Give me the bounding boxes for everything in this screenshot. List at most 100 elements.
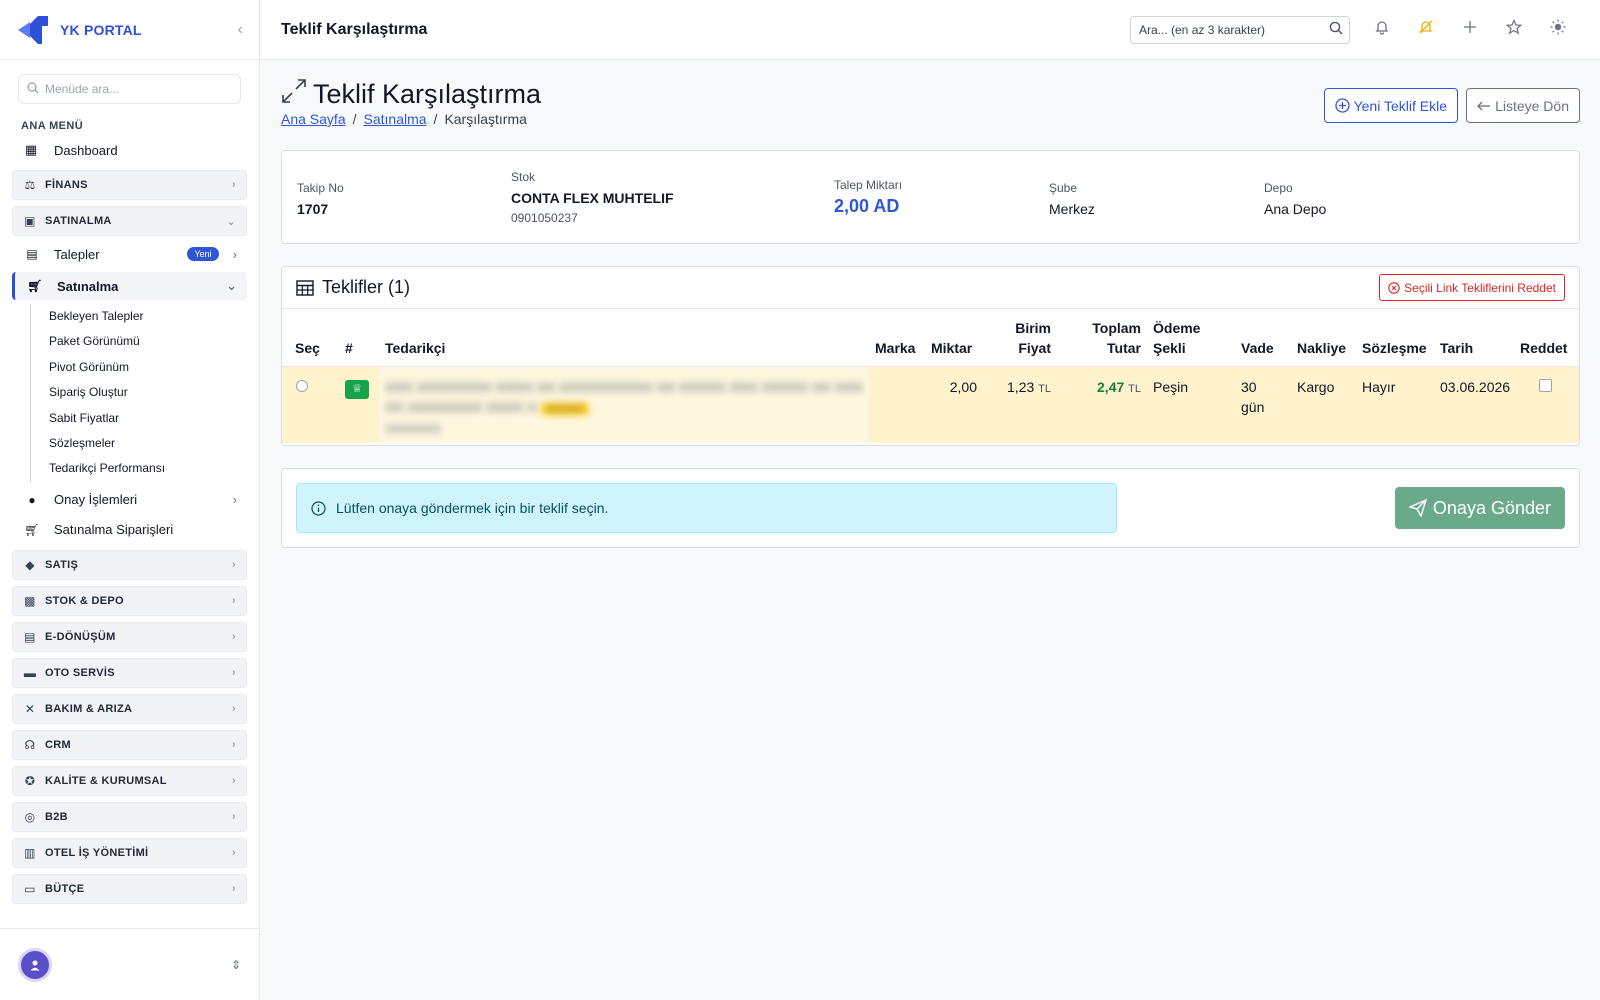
stok-name: CONTA FLEX MUHTELIF [511,190,674,206]
submenu-item[interactable]: Paket Görünümü [31,329,259,354]
sube-value: Merkez [1049,201,1095,217]
sun-icon[interactable] [1536,19,1580,40]
info-sube: Şube Merkez [1049,181,1095,217]
sidebar-item-onay[interactable]: ● Onay İşlemleri › [12,486,247,514]
chevron-right-icon: › [232,179,236,191]
submenu-item[interactable]: Sözleşmeler [31,431,259,456]
chevron-right-icon: › [232,630,236,643]
info-depo: Depo Ana Depo [1264,181,1327,217]
submenu-item[interactable]: Sabit Fiyatlar [31,406,259,431]
search-icon[interactable] [1329,21,1343,38]
bell-icon[interactable] [1360,19,1404,40]
group-stok-depo[interactable]: ▩ STOK & DEPO › [12,585,247,616]
group-kalite[interactable]: ✪ KALİTE & KURUMSAL › [12,765,247,796]
global-search-input[interactable] [1139,22,1329,37]
logo-icon [16,14,50,46]
tag-icon: ◆ [25,557,35,572]
col-marka: Marka [869,309,925,367]
chevron-right-icon: › [232,492,237,508]
col-toplam-tutar: Toplam Tutar [1057,309,1147,367]
new-badge: Yeni [187,247,219,261]
cell-supplier: XXX XXXXXXXX XXXX XX XXXXXXXXXX XX XXXXX… [379,366,869,443]
chevron-right-icon: › [232,774,236,787]
cell-birim-fiyat: 1,23 TL [983,366,1057,443]
cell-rank: ♕ [339,366,379,443]
col-odeme-sekli: Ödeme Şekli [1147,309,1235,367]
file-icon: ▤ [26,247,38,261]
info-talep: Talep Miktarı 2,00 AD [834,178,903,216]
back-to-list-button[interactable]: Listeye Dön [1466,88,1580,123]
satinalma-submenu: Bekleyen Talepler Paket Görünümü Pivot G… [30,304,259,482]
submenu-item[interactable]: Tedarikçi Performansı [31,456,259,481]
bag-icon: ▣ [24,214,36,228]
avatar[interactable] [18,947,52,982]
submenu-item[interactable]: Sipariş Oluştur [31,380,259,405]
bell-off-icon[interactable] [1404,19,1448,40]
group-bakim-ariza[interactable]: ✕ BAKIM & ARIZA › [12,693,247,724]
page-title: Teklif Karşılaştırma [281,78,541,110]
check-circle-icon: ● [28,492,36,507]
reject-checkbox[interactable] [1539,378,1552,392]
new-offer-button[interactable]: Yeni Teklif Ekle [1323,88,1458,123]
collapse-sidebar-icon[interactable]: ‹ [238,21,243,39]
cell-vade: 30 gün [1235,366,1291,443]
x-circle-icon [1388,281,1400,294]
expand-icon[interactable] [281,78,307,110]
cell-sozlesme: Hayır [1356,366,1434,443]
col-sozlesme: Sözleşme [1356,309,1434,367]
plus-icon[interactable] [1448,20,1492,39]
nav-dashboard[interactable]: ▦ Dashboard [12,136,247,164]
group-finans[interactable]: ⚖ FİNANS › [12,170,247,200]
chevron-right-icon: › [232,738,236,751]
offers-header: Teklifler (1) Seçili Link Tekliflerini R… [282,267,1579,309]
offers-card: Teklifler (1) Seçili Link Tekliflerini R… [281,266,1580,446]
group-b2b[interactable]: ◎ B2B › [12,801,247,832]
menu-search-input[interactable] [45,82,225,96]
logo-row: YK PORTAL ‹ [0,0,259,60]
topbar: Teklif Karşılaştırma [261,0,1600,60]
col-tarih: Tarih [1434,309,1514,367]
group-otel[interactable]: ▥ OTEL İŞ YÖNETİMİ › [12,837,247,868]
info-takip: Takip No 1707 [297,181,344,217]
user-menu[interactable]: ⇕ [0,928,259,1000]
section-label-main-menu: ANA MENÜ [21,120,84,132]
chevron-updown-icon[interactable]: ⇕ [231,958,241,972]
globe-icon: ◎ [24,809,36,824]
more-groups: ◆ SATIŞ › ▩ STOK & DEPO › ▤ E-DÖNÜŞÜM › ▬ OTO S… [0,549,259,904]
send-for-approval-button[interactable]: Onaya Gönder [1394,487,1565,529]
group-satis[interactable]: ◆ SATIŞ › [12,549,247,580]
table-header-row: Seç # Tedarikçi Marka Miktar Birim Fiyat … [282,309,1579,367]
submenu-item[interactable]: Bekleyen Talepler [31,304,259,329]
sidebar-item-satinalma[interactable]: 🛒︎ Satınalma ⌄ [12,272,247,300]
group-satinalma[interactable]: ▣ SATINALMA ⌄ [12,206,247,236]
sidebar: YK PORTAL ‹ ANA MENÜ ▦ Dashboard ⚖ FİNAN… [0,0,260,1000]
table-row[interactable]: ♕ XXX XXXXXXXX XXXX XX XXXXXXXXXX XX XXX… [282,366,1579,443]
submenu-item[interactable]: Pivot Görünüm [31,355,259,380]
global-search[interactable] [1130,15,1350,44]
sidebar-item-siparisler[interactable]: 🛒︎ Satınalma Siparişleri [12,516,247,544]
star-icon[interactable] [1492,19,1536,40]
group-crm[interactable]: ☊ CRM › [12,729,247,760]
offers-title: Teklifler (1) [322,277,411,297]
group-butce[interactable]: ▭ BÜTÇE › [12,873,247,904]
sidebar-item-talepler[interactable]: ▤ Talepler Yeni › [12,240,247,268]
menu-search[interactable] [18,74,241,104]
tools-icon: ✕ [24,701,36,716]
breadcrumb-home[interactable]: Ana Sayfa [281,111,346,127]
headset-icon: ☊ [24,737,36,752]
reject-selected-button[interactable]: Seçili Link Tekliflerini Reddet [1379,274,1565,301]
breadcrumb: Ana Sayfa / Satınalma / Karşılaştırma [281,111,527,127]
info-stok: Stok CONTA FLEX MUHTELIF 0901050237 [511,170,674,225]
table-icon [296,279,314,296]
car-icon: ▬ [23,665,37,680]
select-offer-radio[interactable] [296,379,308,392]
chevron-right-icon: › [232,246,237,262]
col-no: # [339,309,379,367]
group-e-donusum[interactable]: ▤ E-DÖNÜŞÜM › [12,621,247,652]
breadcrumb-satinalma[interactable]: Satınalma [364,111,427,127]
box-icon: ▩ [24,593,36,608]
breadcrumb-current: Karşılaştırma [444,111,527,127]
finance-icon: ⚖ [24,178,36,192]
page-header: Teklif Karşılaştırma Ana Sayfa / Satınalma… [281,60,1580,150]
group-oto-servis[interactable]: ▬ OTO SERVİS › [12,657,247,688]
